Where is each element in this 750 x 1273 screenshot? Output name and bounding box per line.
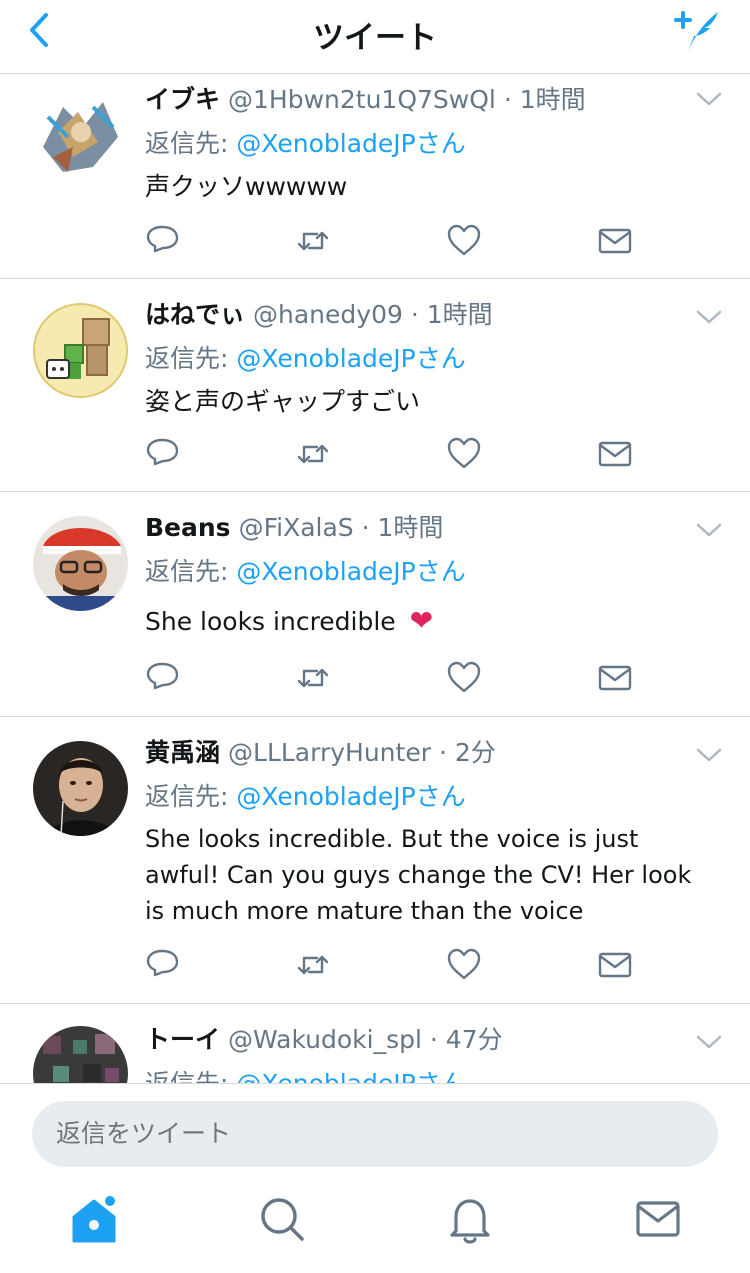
top-nav-bar: ツイート — [0, 0, 750, 74]
tweet-header: Beans @FiXalaS · 1時間 — [145, 511, 443, 545]
avatar[interactable] — [33, 303, 128, 398]
reply-to-label: 返信先: — [145, 344, 237, 373]
tweet-actions — [145, 223, 645, 263]
tweet-author-name[interactable]: イブキ — [145, 85, 220, 114]
chevron-down-icon[interactable] — [696, 1034, 722, 1050]
envelope-icon[interactable] — [597, 436, 633, 472]
separator-dot: · — [438, 738, 447, 767]
tweet-text: She looks incredible. But the voice is j… — [145, 825, 692, 925]
tweet-time: 1時間 — [519, 85, 586, 114]
heart-icon[interactable] — [446, 660, 482, 696]
tweet-time: 1時間 — [377, 513, 444, 542]
tweet-item[interactable]: イブキ @1Hbwn2tu1Q7SwQl · 1時間 返信先: @Xenoblad… — [0, 75, 750, 279]
tweet-author-handle[interactable]: @LLLarryHunter — [228, 738, 431, 767]
reply-icon[interactable] — [145, 947, 181, 983]
reply-tweet-input[interactable] — [32, 1101, 718, 1167]
chevron-down-icon[interactable] — [696, 309, 722, 325]
reply-to-user-link[interactable]: @XenobladeJPさん — [236, 129, 465, 158]
retweet-icon[interactable] — [295, 223, 331, 259]
tweet-author-name[interactable]: Beans — [145, 513, 231, 542]
chevron-down-icon[interactable] — [696, 747, 722, 763]
tweet-text: 声クッソwwwww — [145, 172, 348, 201]
avatar[interactable] — [33, 1026, 128, 1083]
tweet-author-name[interactable]: はねでぃ — [145, 300, 245, 329]
retweet-icon[interactable] — [295, 947, 331, 983]
heart-icon[interactable] — [446, 223, 482, 259]
chevron-down-icon[interactable] — [696, 522, 722, 538]
reply-icon[interactable] — [145, 223, 181, 259]
tweet-item[interactable]: Beans @FiXalaS · 1時間 返信先: @XenobladeJPさん … — [0, 492, 750, 717]
compose-tweet-icon[interactable] — [668, 6, 724, 56]
tweet-text: 姿と声のギャップすごい — [145, 387, 421, 416]
tweet-author-name[interactable]: 黄禹涵 — [145, 738, 220, 767]
bottom-tab-bar — [0, 1183, 750, 1273]
reply-icon[interactable] — [145, 660, 181, 696]
reply-to-line: 返信先: @XenobladeJPさん — [145, 127, 466, 161]
envelope-icon[interactable] — [597, 947, 633, 983]
tweet-actions — [145, 947, 645, 987]
tweet-time: 1時間 — [426, 300, 493, 329]
tweet-time: 2分 — [454, 738, 496, 767]
tweet-text: She looks incredible ❤ — [145, 603, 725, 640]
heart-icon[interactable] — [446, 947, 482, 983]
tweet-author-handle[interactable]: @1Hbwn2tu1Q7SwQl — [228, 85, 496, 114]
chevron-down-icon[interactable] — [696, 91, 722, 107]
reply-to-line: 返信先: @XenobladeJPさん — [145, 342, 466, 376]
reply-to-label: 返信先: — [145, 1069, 236, 1083]
tweet-author-handle[interactable]: @hanedy09 — [253, 300, 403, 329]
reply-to-line: 返信先: @XenobladeJPさん — [145, 1067, 466, 1083]
bell-icon[interactable] — [442, 1191, 498, 1247]
tweet-item[interactable]: 黄禹涵 @LLLarryHunter · 2分 返信先: @XenobladeJP… — [0, 717, 750, 1004]
tweet-actions — [145, 436, 645, 476]
avatar[interactable] — [33, 741, 128, 836]
envelope-icon[interactable] — [597, 660, 633, 696]
envelope-icon[interactable] — [597, 223, 633, 259]
tweet-header: イブキ @1Hbwn2tu1Q7SwQl · 1時間 — [145, 83, 586, 117]
separator-dot: · — [361, 513, 370, 542]
reply-to-label: 返信先: — [145, 557, 237, 586]
tweet-item[interactable]: はねでぃ @hanedy09 · 1時間 返信先: @XenobladeJPさん … — [0, 279, 750, 492]
page-title: ツイート — [313, 20, 437, 56]
reply-to-line: 返信先: @XenobladeJPさん — [145, 555, 466, 589]
separator-dot: · — [503, 85, 512, 114]
reply-to-label: 返信先: — [145, 129, 237, 158]
heart-emoji-icon: ❤ — [409, 604, 434, 637]
tweet-header: トーイ @Wakudoki_spl · 47分 — [145, 1023, 503, 1057]
heart-icon[interactable] — [446, 436, 482, 472]
avatar[interactable] — [33, 516, 128, 611]
retweet-icon[interactable] — [295, 660, 331, 696]
reply-to-user-link[interactable]: @XenobladeJPさん — [236, 557, 465, 586]
reply-to-line: 返信先: @XenobladeJPさん — [145, 780, 466, 814]
tweet-header: 黄禹涵 @LLLarryHunter · 2分 — [145, 736, 496, 770]
tweet-time: 47分 — [445, 1025, 503, 1054]
reply-to-user-link[interactable]: @XenobladeJPさん — [236, 1069, 465, 1083]
reply-icon[interactable] — [145, 436, 181, 472]
separator-dot: · — [410, 300, 419, 329]
retweet-icon[interactable] — [295, 436, 331, 472]
reply-to-label: 返信先: — [145, 782, 237, 811]
reply-bar — [0, 1083, 750, 1183]
tweet-feed[interactable]: イブキ @1Hbwn2tu1Q7SwQl · 1時間 返信先: @Xenoblad… — [0, 75, 750, 1083]
reply-to-user-link[interactable]: @XenobladeJPさん — [236, 344, 465, 373]
avatar[interactable] — [33, 87, 128, 182]
tweet-text-content: She looks incredible — [145, 607, 396, 636]
tweet-author-handle[interactable]: @FiXalaS — [239, 513, 354, 542]
reply-to-user-link[interactable]: @XenobladeJPさん — [236, 782, 465, 811]
tweet-header: はねでぃ @hanedy09 · 1時間 — [145, 298, 493, 332]
tweet-author-name[interactable]: トーイ — [145, 1025, 220, 1054]
separator-dot: · — [429, 1025, 438, 1054]
tweet-author-handle[interactable]: @Wakudoki_spl — [228, 1025, 422, 1054]
tweet-actions — [145, 660, 645, 700]
messages-envelope-icon[interactable] — [630, 1191, 686, 1247]
tweet-item[interactable]: トーイ @Wakudoki_spl · 47分 返信先: @XenobladeJP… — [0, 1004, 750, 1083]
search-icon[interactable] — [254, 1191, 310, 1247]
home-icon[interactable] — [66, 1191, 122, 1247]
